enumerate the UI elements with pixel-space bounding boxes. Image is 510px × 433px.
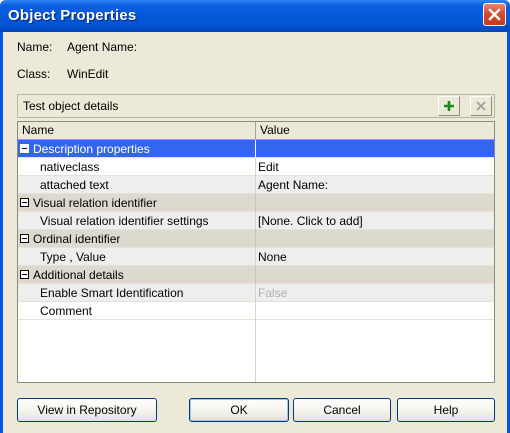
collapse-icon[interactable]	[20, 198, 29, 208]
test-object-details-header: Test object details	[17, 94, 495, 118]
property-row-nativeclass[interactable]: nativeclass Edit	[18, 158, 494, 176]
collapse-icon[interactable]	[20, 270, 29, 280]
collapse-icon[interactable]	[20, 144, 29, 154]
property-name: Type , Value	[18, 248, 256, 266]
cancel-button[interactable]: Cancel	[293, 398, 391, 422]
remove-property-button[interactable]	[470, 96, 492, 116]
title-bar[interactable]: Object Properties	[0, 0, 510, 32]
category-value	[256, 230, 494, 248]
property-row-visual-relation-settings[interactable]: Visual relation identifier settings [Non…	[18, 212, 494, 230]
panel-title: Test object details	[23, 99, 119, 113]
x-icon	[476, 101, 486, 111]
grid-empty-area	[18, 320, 494, 382]
property-value[interactable]: [None. Click to add]	[256, 212, 494, 230]
column-header-value[interactable]: Value	[256, 122, 494, 139]
category-label: Additional details	[33, 268, 124, 282]
property-row-enable-smart-identification[interactable]: Enable Smart Identification False	[18, 284, 494, 302]
close-button[interactable]	[483, 3, 506, 26]
property-value[interactable]: Agent Name:	[256, 176, 494, 194]
category-row-ordinal-identifier[interactable]: Ordinal identifier	[18, 230, 494, 248]
property-name: Enable Smart Identification	[18, 284, 256, 302]
collapse-icon[interactable]	[20, 234, 29, 244]
property-name: Visual relation identifier settings	[18, 212, 256, 230]
category-label: Ordinal identifier	[33, 232, 121, 246]
category-value	[256, 194, 494, 212]
property-value[interactable]: None	[256, 248, 494, 266]
property-value: False	[258, 286, 288, 300]
class-value: WinEdit	[67, 67, 109, 81]
property-name: attached text	[18, 176, 256, 194]
ok-button[interactable]: OK	[189, 398, 289, 422]
category-label: Visual relation identifier	[33, 196, 157, 210]
column-header-name[interactable]: Name	[18, 122, 256, 139]
add-property-button[interactable]	[438, 96, 460, 116]
property-value[interactable]	[256, 302, 494, 320]
grid-header: Name Value	[18, 122, 494, 140]
category-row-visual-relation-identifier[interactable]: Visual relation identifier	[18, 194, 494, 212]
category-row-description-properties[interactable]: Description properties	[18, 140, 494, 158]
properties-grid[interactable]: Name Value Description properties native…	[17, 121, 495, 383]
property-row-type-value[interactable]: Type , Value None	[18, 248, 494, 266]
close-icon	[488, 8, 501, 21]
view-in-repository-button[interactable]: View in Repository	[17, 398, 157, 422]
object-properties-window: Object Properties Name: Agent Name: Class…	[0, 0, 510, 433]
window-title: Object Properties	[8, 7, 137, 24]
name-label: Name:	[17, 40, 53, 54]
property-name: nativeclass	[18, 158, 256, 176]
column-divider	[255, 320, 256, 382]
name-info-row: Name: Agent Name:	[17, 40, 137, 54]
category-label: Description properties	[33, 142, 150, 156]
category-value	[256, 140, 494, 158]
name-value: Agent Name:	[67, 40, 138, 54]
plus-icon	[444, 101, 454, 111]
property-row-attached-text[interactable]: attached text Agent Name:	[18, 176, 494, 194]
help-button[interactable]: Help	[397, 398, 495, 422]
dialog-client-area: Name: Agent Name: Class: WinEdit Test obje…	[3, 32, 507, 433]
property-row-comment[interactable]: Comment	[18, 302, 494, 320]
property-name: Comment	[18, 302, 256, 320]
class-label: Class:	[17, 67, 51, 81]
class-info-row: Class: WinEdit	[17, 67, 108, 81]
category-value	[256, 266, 494, 284]
category-row-additional-details[interactable]: Additional details	[18, 266, 494, 284]
property-value[interactable]: Edit	[256, 158, 494, 176]
